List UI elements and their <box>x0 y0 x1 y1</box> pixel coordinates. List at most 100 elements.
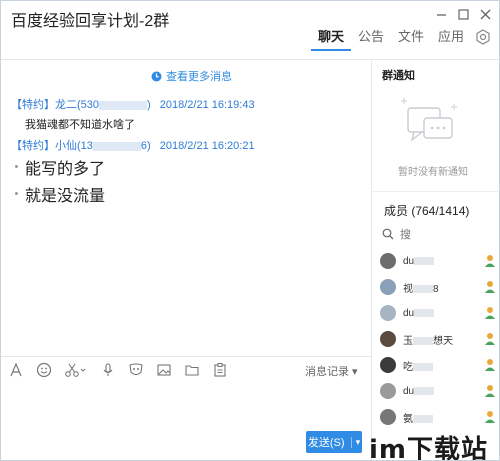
mask-icon[interactable] <box>127 361 145 379</box>
member-row[interactable]: du <box>380 248 496 274</box>
view-more-messages-link[interactable]: 查看更多消息 <box>151 68 232 84</box>
member-name-start: 吃 <box>403 361 413 373</box>
redacted-name <box>413 336 433 345</box>
member-name: du <box>403 307 435 319</box>
member-badge-icon <box>485 385 495 397</box>
tab-chat[interactable]: 聊天 <box>310 29 351 51</box>
send-button-label: 发送(S) <box>307 437 345 449</box>
member-tag: 【特约】 <box>11 99 55 111</box>
avatar[interactable] <box>380 331 396 347</box>
title-bar: 百度经验回享计划-2群 聊天 公告 文件 应用 <box>1 1 499 60</box>
member-name-end: 8 <box>433 283 439 295</box>
send-button[interactable]: 发送(S) ▾ <box>306 431 362 453</box>
member-row[interactable]: 玉 想天 <box>380 326 496 352</box>
avatar[interactable] <box>380 305 396 321</box>
message-time: 2018/2/21 16:19:43 <box>159 99 255 111</box>
message-header: 【特约】龙二(530) 2018/2/21 16:19:43 <box>11 96 255 112</box>
message-history-button[interactable]: 消息记录 ▾ <box>305 363 358 379</box>
member-row[interactable]: du <box>380 300 496 326</box>
empty-notice-illustration-icon <box>401 98 457 142</box>
group-sidebar: 群通知 暂时没有新通知 成员 (764/1414) 搜 du 视 8 du 玉想天吃 du… <box>372 60 499 460</box>
member-badge-icon <box>485 411 495 423</box>
member-badge-icon <box>485 359 495 371</box>
empty-notice-text: 暂时没有新通知 <box>398 167 468 178</box>
member-row[interactable]: 视8 <box>380 274 496 300</box>
member-name-end: 想天 <box>433 335 453 347</box>
send-options-chevron-icon[interactable]: ▾ <box>350 436 360 448</box>
member-tag: 【特约】 <box>11 140 55 152</box>
bullet-dot <box>15 165 18 168</box>
tab-files[interactable]: 文件 <box>391 29 431 51</box>
sender-name[interactable]: 小仙 <box>55 140 77 152</box>
input-toolbar <box>7 361 229 379</box>
message-text: 我猫魂都不知道水啥了 <box>25 119 135 131</box>
message-time: 2018/2/21 16:20:21 <box>159 140 255 152</box>
redacted-name <box>413 414 433 423</box>
member-name: du <box>403 385 435 397</box>
redacted-name <box>414 386 435 395</box>
redacted-id <box>92 141 141 151</box>
tab-apps[interactable]: 应用 <box>431 29 471 51</box>
message-text: 能写的多了 <box>25 161 106 178</box>
redacted-name <box>413 284 433 293</box>
search-icon <box>382 228 394 240</box>
member-name-start: 视 <box>403 283 413 295</box>
member-badge-icon <box>485 333 495 345</box>
sender-id-start: (13 <box>77 140 93 152</box>
window-controls <box>435 7 491 21</box>
message-area: 查看更多消息 【特约】龙二(530) 2018/2/21 16:19:43 我猫… <box>1 60 371 360</box>
tab-announcement[interactable]: 公告 <box>351 29 391 51</box>
member-name: 玉 想天 <box>403 332 453 347</box>
maximize-icon[interactable] <box>457 7 469 21</box>
folder-icon[interactable] <box>183 361 201 379</box>
avatar[interactable] <box>380 409 396 425</box>
member-name: 视8 <box>403 280 439 295</box>
member-row[interactable]: 吃 <box>380 352 496 378</box>
member-row[interactable]: du <box>380 378 496 404</box>
window-title: 百度经验回享计划-2群 <box>11 13 170 30</box>
site-watermark: im下载站 <box>369 435 489 461</box>
avatar[interactable] <box>380 357 396 373</box>
avatar[interactable] <box>380 279 396 295</box>
sender-id-end: 6) <box>140 140 151 152</box>
scissors-icon[interactable] <box>63 361 89 379</box>
redacted-name <box>414 308 435 317</box>
clipboard-icon[interactable] <box>211 361 229 379</box>
view-more-messages-label: 查看更多消息 <box>166 71 232 83</box>
member-search-placeholder: 搜 <box>400 229 411 241</box>
message-text: 就是没流量 <box>25 188 106 205</box>
member-name-start: du <box>403 255 415 267</box>
admin-badge-icon <box>485 255 495 267</box>
member-list: du 视 8 du 玉想天吃 du 氨 <box>380 248 496 430</box>
member-badge-icon <box>485 307 495 319</box>
font-icon[interactable] <box>7 361 25 379</box>
redacted-name <box>414 256 435 265</box>
emoji-icon[interactable] <box>35 361 53 379</box>
image-icon[interactable] <box>155 361 173 379</box>
member-name: 吃 <box>403 358 433 373</box>
minimize-icon[interactable] <box>435 7 447 21</box>
message-header: 【特约】小仙(13 6) 2018/2/21 16:20:21 <box>11 137 255 153</box>
tab-bar: 聊天 公告 文件 应用 <box>310 29 493 51</box>
member-row[interactable]: 氨 <box>380 404 496 430</box>
clock-icon <box>151 71 162 81</box>
group-notice-title: 群通知 <box>382 70 415 82</box>
member-name-start: 玉 <box>403 335 413 347</box>
mic-icon[interactable] <box>99 361 117 379</box>
member-name-start: du <box>403 385 415 397</box>
close-icon[interactable] <box>479 7 491 21</box>
member-search[interactable]: 搜 <box>382 226 411 242</box>
redacted-name <box>413 362 433 371</box>
avatar[interactable] <box>380 383 396 399</box>
avatar[interactable] <box>380 253 396 269</box>
sender-id-end: ) <box>147 99 151 111</box>
input-divider <box>1 356 371 357</box>
sidebar-divider <box>372 191 499 192</box>
settings-gear-icon[interactable] <box>475 29 491 45</box>
chat-window: 百度经验回享计划-2群 聊天 公告 文件 应用 查看更多消息 【特约】龙二(53… <box>0 0 500 461</box>
bullet-dot <box>15 192 18 195</box>
sender-name[interactable]: 龙二 <box>55 99 77 111</box>
redacted-id <box>99 100 148 110</box>
member-name-start: du <box>403 307 415 319</box>
member-name: 氨 <box>403 410 433 425</box>
